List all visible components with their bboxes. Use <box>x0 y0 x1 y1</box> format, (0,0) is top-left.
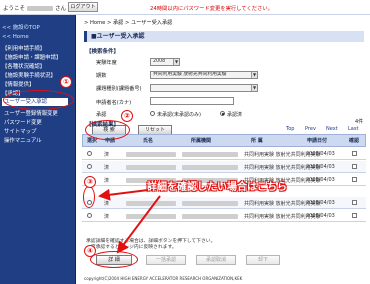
row-date: 2008/04/03 <box>306 151 335 157</box>
row-name-blurred <box>126 164 176 170</box>
row-apply: 済 <box>104 178 110 184</box>
term-select[interactable]: 共同利用実験 放射光共同利用実験 ▼ <box>150 71 258 79</box>
logout-button[interactable]: ログアウト <box>68 2 98 12</box>
row-select-radio[interactable] <box>87 151 92 156</box>
field-label-applicant: 申請者名(カナ) <box>96 100 132 106</box>
paging-prev[interactable]: Prev <box>305 126 316 132</box>
copyright: copyright(C)2004 HIGH ENERGY ACCELERATOR… <box>84 276 243 281</box>
row-confirm-checkbox[interactable] <box>352 151 357 156</box>
chevron-down-icon: ▼ <box>251 85 257 91</box>
row-institution-blurred <box>182 151 238 157</box>
password-notice: 24時間以内にパスワード変更を実行してください。 <box>150 6 273 12</box>
row-apply: 済 <box>104 152 110 158</box>
column-header-institution: 所属機関 <box>191 138 212 144</box>
sidebar-item-application[interactable]: 【利用申請手続】 <box>2 44 45 52</box>
row-apply: 済 <box>104 214 110 220</box>
sidebar: << 施設のTOP << Home 【利用申請手続】 【施設申請・課題申請】 【… <box>0 15 76 284</box>
sidebar-item-info[interactable]: 【情報提供】 <box>2 80 34 88</box>
sidebar-link-home[interactable]: << Home <box>2 34 29 40</box>
sidebar-item-facility-application[interactable]: 【施設申請・課題申請】 <box>2 53 61 61</box>
radio-unapproved-label: 未承認(未承認のみ) <box>157 112 201 118</box>
row-name-blurred <box>126 213 176 219</box>
radio-approved[interactable] <box>220 111 225 116</box>
paging-next[interactable]: Next <box>326 126 338 132</box>
bulk-approve-button[interactable]: 一括承認 <box>146 255 186 265</box>
reject-button[interactable]: 却下 <box>246 255 280 265</box>
field-label-approval: 承認 <box>96 112 107 118</box>
result-count: 4件 <box>355 119 364 125</box>
table-row[interactable]: 済 共同利用実験 放射光共同利用実験 2008/04/03 <box>82 197 366 209</box>
annotation-callout: 詳細を確認したい場合はこちら <box>147 182 287 193</box>
row-date: 2008/04/03 <box>306 164 335 170</box>
row-name-blurred <box>126 151 176 157</box>
annotation-number-4: ④ <box>84 245 96 257</box>
row-institution-blurred <box>182 213 238 219</box>
row-institution-blurred <box>182 200 238 206</box>
radio-approved-label: 承認済 <box>227 112 243 118</box>
row-date: 2008/04/03 <box>306 177 335 183</box>
project-type-select[interactable]: ▼ <box>150 84 258 92</box>
annotation-number-1: ① <box>60 76 72 88</box>
row-select-radio[interactable] <box>87 213 92 218</box>
annotation-number-3: ③ <box>84 176 96 188</box>
year-select[interactable]: 2008 ▼ <box>150 58 180 66</box>
row-date: 2008/04/03 <box>306 200 335 206</box>
page-title: ■ユーザー受入承認 <box>84 31 364 42</box>
column-header-affiliation: 所 属 <box>251 138 263 144</box>
annotation-circle-detail <box>90 251 138 268</box>
row-confirm-checkbox[interactable] <box>352 164 357 169</box>
sidebar-item-status[interactable]: 【各種状況確認】 <box>2 62 45 70</box>
sidebar-link-top[interactable]: << 施設のTOP <box>2 23 40 31</box>
row-select-radio[interactable] <box>87 164 92 169</box>
annotation-circle-search <box>85 120 130 140</box>
table-row[interactable]: 済 共同利用実験 放射光共同利用実験 2008/04/03 <box>82 210 366 222</box>
field-label-term: 期数 <box>96 73 107 79</box>
row-confirm-checkbox[interactable] <box>352 200 357 205</box>
row-name-blurred <box>126 200 176 206</box>
sidebar-item-experiment-status[interactable]: 【施設実験手続状況】 <box>2 71 56 79</box>
column-header-confirm: 確認 <box>349 138 360 144</box>
sidebar-item-sitemap[interactable]: サイトマップ <box>4 127 36 135</box>
annotation-circle-radio <box>83 186 95 208</box>
annotation-number-2: ② <box>121 110 133 122</box>
sidebar-item-user-info-change[interactable]: ユーザー登録情報変更 <box>4 109 58 117</box>
sidebar-item-manual[interactable]: 操作マニュアル <box>4 136 42 144</box>
annotation-circle-sidebar <box>3 90 74 110</box>
row-apply: 済 <box>104 165 110 171</box>
username-blurred <box>27 6 54 11</box>
arrow-to-row <box>98 188 149 201</box>
row-confirm-checkbox[interactable] <box>352 213 357 218</box>
chevron-down-icon: ▼ <box>173 59 179 65</box>
approval-footnote: 承認詳細を確認する場合は、詳細ボタンを押下して下さい。 一度承認するとページ内に… <box>86 239 216 250</box>
table-row[interactable]: 済 共同利用実験 放射光共同利用実験 2008/04/03 <box>82 161 366 173</box>
paging-top[interactable]: Top <box>286 126 294 132</box>
cancel-approval-button[interactable]: 承認取消 <box>196 255 236 265</box>
field-label-project-type: 課題種別(課題番号) <box>96 86 142 92</box>
top-bar: ようこそ さん ログアウト 24時間以内にパスワード変更を実行してください。 <box>0 0 370 15</box>
chevron-down-icon: ▼ <box>251 72 257 78</box>
user-greeting: ようこそ さん <box>3 6 67 12</box>
table-row[interactable]: 済 共同利用実験 放射光共同利用実験 2008/04/03 <box>82 148 366 160</box>
search-section-label: 【検索条件】 <box>86 49 120 55</box>
column-header-name: 氏名 <box>143 138 154 144</box>
row-institution-blurred <box>182 164 238 170</box>
applicant-name-input[interactable] <box>150 97 234 105</box>
field-label-year: 実験年度 <box>96 60 117 66</box>
sidebar-item-password-change[interactable]: パスワード変更 <box>4 118 42 126</box>
radio-unapproved[interactable] <box>150 111 155 116</box>
row-confirm-checkbox[interactable] <box>352 177 357 182</box>
row-apply: 済 <box>104 201 110 207</box>
breadcrumb: > Home > 承認 > ユーザー受入承認 <box>84 20 173 26</box>
paging-last[interactable]: Last <box>348 126 358 132</box>
column-header-date: 申請日付 <box>307 138 328 144</box>
row-date: 2008/04/03 <box>306 213 335 219</box>
